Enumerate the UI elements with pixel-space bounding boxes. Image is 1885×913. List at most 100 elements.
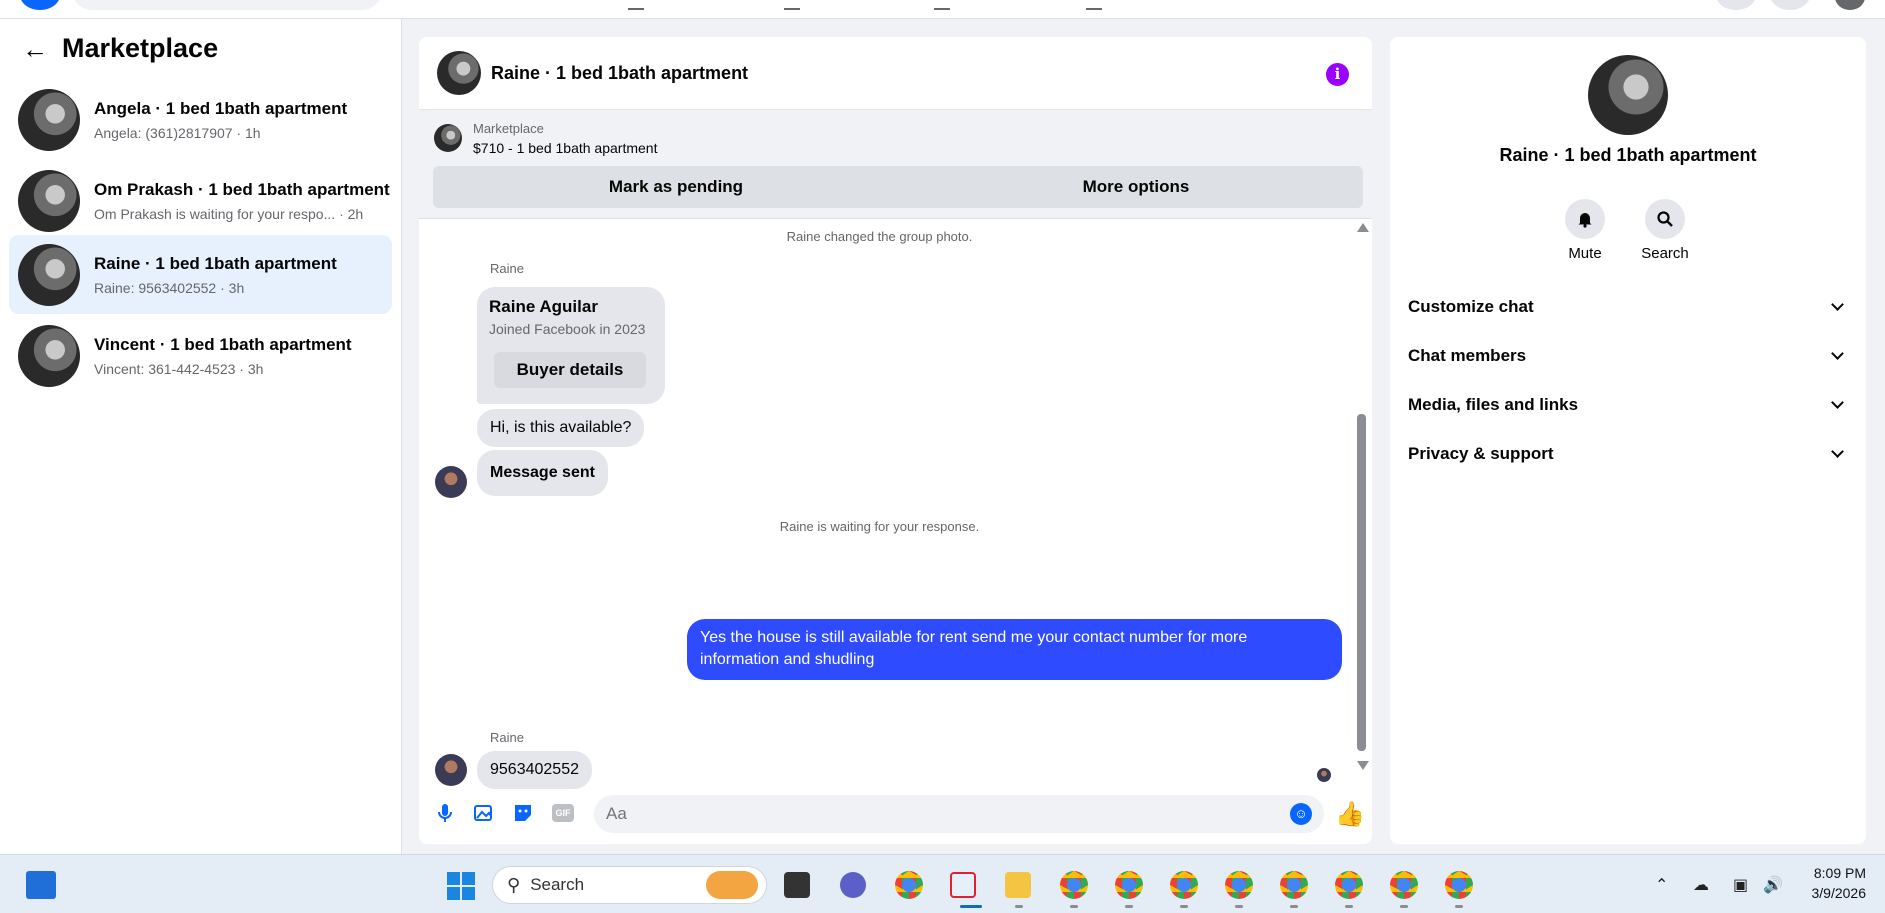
- teams-chat-icon[interactable]: [840, 872, 866, 898]
- conversation-name: Angela · 1 bed 1bath apartment: [94, 98, 348, 118]
- chrome-profile-icon[interactable]: [1225, 871, 1253, 899]
- scrollbar-thumb[interactable]: [1357, 414, 1366, 751]
- listing-label: Marketplace: [473, 121, 544, 136]
- info-icon[interactable]: i: [1326, 63, 1349, 86]
- listing-thumbnail[interactable]: [434, 124, 462, 152]
- chat-details-avatar[interactable]: [1588, 55, 1668, 135]
- customize-chat-section[interactable]: Customize chat: [1408, 292, 1848, 322]
- cloud-offline-icon[interactable]: ☁: [1693, 875, 1709, 895]
- volume-icon[interactable]: 🔊: [1763, 875, 1783, 895]
- video-tab-icon[interactable]: [784, 2, 800, 10]
- conversation-name: Om Prakash · 1 bed 1bath apartment: [94, 179, 390, 199]
- sender-avatar[interactable]: [435, 466, 467, 498]
- chrome-profile-icon[interactable]: [1335, 871, 1363, 899]
- chrome-profile-icon[interactable]: [1170, 871, 1198, 899]
- buyer-details-button[interactable]: Buyer details: [494, 352, 646, 388]
- section-label: Privacy & support: [1408, 444, 1554, 463]
- chrome-profile-icon[interactable]: [1445, 871, 1473, 899]
- listing-banner: Marketplace $710 - 1 bed 1bath apartment…: [419, 109, 1372, 219]
- listing-thumbnail: [18, 324, 80, 387]
- photo-attach-icon[interactable]: [473, 802, 495, 824]
- my-message-bubble[interactable]: Yes the house is still available for ren…: [687, 619, 1342, 680]
- mute-label: Mute: [1568, 245, 1602, 262]
- chrome-profile-icon[interactable]: [1390, 871, 1418, 899]
- sender-avatar[interactable]: [435, 754, 467, 786]
- thread-scrollbar[interactable]: [1353, 219, 1369, 784]
- microphone-icon[interactable]: [434, 802, 456, 824]
- chat-members-section[interactable]: Chat members: [1408, 341, 1848, 371]
- chrome-profile-icon[interactable]: [1115, 871, 1143, 899]
- mark-as-pending-button[interactable]: Mark as pending: [433, 166, 919, 208]
- search-in-conversation-button[interactable]: Search: [1635, 199, 1695, 262]
- search-icon: [1645, 199, 1685, 239]
- widgets-icon[interactable]: [26, 871, 56, 899]
- back-arrow-icon[interactable]: ←: [22, 36, 48, 62]
- mute-button[interactable]: Mute: [1555, 199, 1615, 262]
- app-running-indicator: [1015, 905, 1023, 908]
- listing-title[interactable]: $710 - 1 bed 1bath apartment: [473, 140, 657, 156]
- conversation-item-angela[interactable]: Angela · 1 bed 1bath apartment Angela: (…: [9, 80, 392, 159]
- chat-title[interactable]: Raine · 1 bed 1bath apartment: [491, 63, 748, 84]
- chrome-icon[interactable]: [895, 871, 923, 899]
- buyer-join-date: Joined Facebook in 2023: [489, 321, 646, 337]
- chat-avatar[interactable]: [437, 51, 481, 95]
- groups-tab-icon[interactable]: [1086, 2, 1102, 10]
- profile-avatar[interactable]: [1835, 0, 1865, 10]
- media-files-links-section[interactable]: Media, files and links: [1408, 390, 1848, 420]
- system-clock[interactable]: 8:09 PM 3/9/2026: [1800, 863, 1867, 903]
- file-explorer-icon[interactable]: [1005, 872, 1031, 898]
- scroll-down-arrow-icon[interactable]: [1357, 761, 1369, 770]
- sticker-icon[interactable]: [512, 802, 534, 824]
- chevron-down-icon: [1831, 445, 1844, 458]
- section-label: Chat members: [1408, 346, 1527, 365]
- chat-panel: Raine · 1 bed 1bath apartment i Marketpl…: [419, 37, 1372, 844]
- bell-icon: [1565, 199, 1605, 239]
- conversation-item-om-prakash[interactable]: Om Prakash · 1 bed 1bath apartment Om Pr…: [9, 161, 392, 240]
- notifications-icon[interactable]: [1770, 0, 1810, 10]
- network-icon[interactable]: ▣: [1733, 875, 1748, 895]
- chevron-down-icon: [1831, 396, 1844, 409]
- listing-thumbnail: [18, 243, 80, 306]
- gif-icon[interactable]: GIF: [552, 804, 574, 822]
- seen-indicator-avatar: [1317, 768, 1331, 782]
- thumbs-up-icon[interactable]: 👍: [1335, 800, 1365, 829]
- chrome-profile-icon[interactable]: [1060, 871, 1088, 899]
- app-running-indicator: [1455, 905, 1463, 908]
- scroll-up-arrow-icon[interactable]: [1357, 223, 1369, 232]
- listing-thumbnail: [18, 88, 80, 151]
- system-message: Raine changed the group photo.: [786, 229, 973, 244]
- conversation-sidebar: ← Marketplace Angela · 1 bed 1bath apart…: [0, 19, 402, 854]
- privacy-support-section[interactable]: Privacy & support: [1408, 439, 1848, 469]
- show-hidden-icons-chevron-icon[interactable]: ⌃: [1655, 875, 1668, 895]
- taskbar-search[interactable]: ⚲ Search: [492, 866, 767, 904]
- conversation-item-raine[interactable]: Raine · 1 bed 1bath apartment Raine: 956…: [9, 235, 392, 314]
- conversation-item-vincent[interactable]: Vincent · 1 bed 1bath apartment Vincent:…: [9, 316, 392, 395]
- facebook-logo-icon[interactable]: [20, 0, 60, 10]
- message-bubble[interactable]: Message sent: [477, 450, 608, 496]
- snipping-tool-icon[interactable]: [950, 872, 976, 898]
- windows-start-icon[interactable]: [447, 872, 475, 900]
- system-message: Raine is waiting for your response.: [779, 519, 980, 534]
- messenger-icon[interactable]: [1716, 0, 1756, 10]
- more-options-button[interactable]: More options: [909, 166, 1363, 208]
- chat-details-panel: Raine · 1 bed 1bath apartment Mute Searc…: [1390, 37, 1866, 844]
- windows-taskbar: ⚲ Search ⌃ ☁ ▣ 🔊 8:09 PM 3/9/2026: [0, 854, 1885, 913]
- search-icon: ⚲: [507, 874, 521, 895]
- chat-header: Raine · 1 bed 1bath apartment i: [419, 37, 1372, 109]
- task-view-icon[interactable]: [784, 872, 810, 898]
- facebook-search-field[interactable]: [72, 0, 382, 10]
- app-running-indicator: [1400, 905, 1408, 908]
- emoji-icon[interactable]: ☺: [1290, 803, 1312, 825]
- top-navigation-bar: [0, 0, 1885, 19]
- conversation-preview: Vincent: 361-442-4523 · 3h: [94, 360, 264, 377]
- listing-thumbnail: [18, 169, 80, 232]
- conversation-preview: Raine: 9563402552 · 3h: [94, 279, 245, 296]
- chrome-profile-icon[interactable]: [1280, 871, 1308, 899]
- chat-details-title: Raine · 1 bed 1bath apartment: [1499, 145, 1757, 165]
- app-running-indicator: [1345, 905, 1353, 908]
- message-bubble[interactable]: Hi, is this available?: [477, 409, 645, 447]
- message-input[interactable]: [594, 795, 1324, 833]
- home-tab-icon[interactable]: [628, 2, 644, 10]
- marketplace-tab-icon[interactable]: [934, 2, 950, 10]
- taskbar-search-label: Search: [530, 875, 585, 894]
